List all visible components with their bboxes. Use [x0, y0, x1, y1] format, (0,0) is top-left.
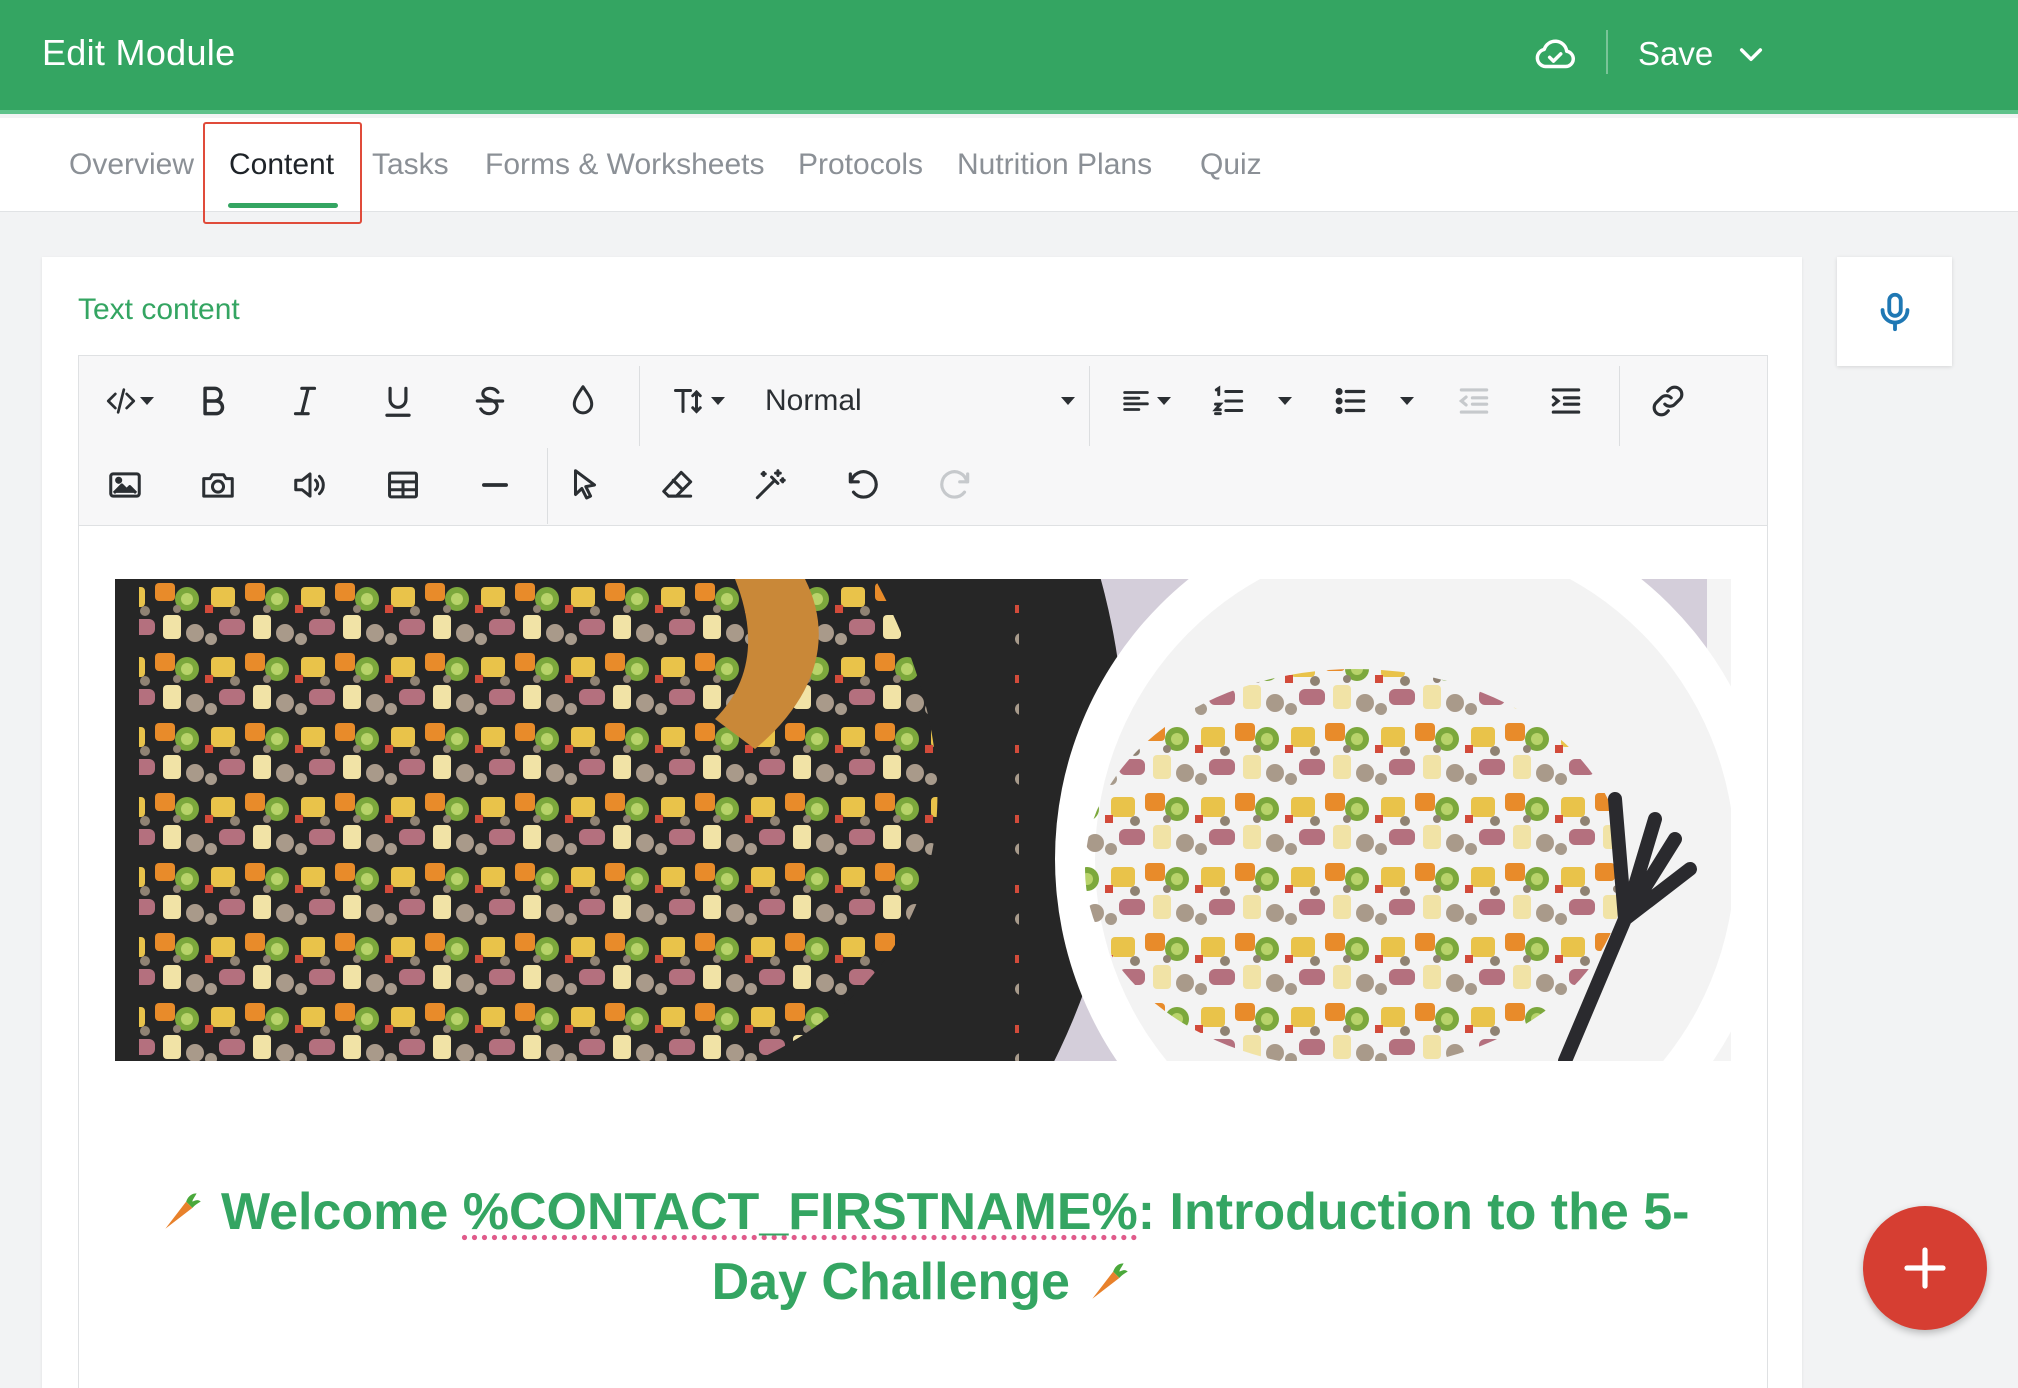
chevron-down-icon: [1740, 48, 1763, 62]
font-size-icon: [674, 389, 702, 414]
save-label: Save: [1638, 35, 1714, 72]
header-divider: [1606, 30, 1608, 74]
welcome-prefix: Welcome: [220, 1183, 463, 1241]
magic-wand-icon: [755, 469, 786, 500]
tab-forms-worksheets[interactable]: Forms & Worksheets: [485, 148, 765, 182]
tab-tasks[interactable]: Tasks: [372, 148, 449, 182]
content-card: Text content Normal Welcome %CONTACT_FIR…: [42, 257, 1802, 1388]
toolbar-separator: [547, 448, 548, 524]
tab-quiz[interactable]: Quiz: [1200, 148, 1262, 182]
toolbar-separator: [1089, 366, 1090, 446]
save-button[interactable]: Save: [1638, 30, 1767, 78]
plus-icon: [1904, 1247, 1946, 1289]
magic-button[interactable]: [747, 462, 793, 508]
camera-icon: [202, 473, 234, 498]
italic-button[interactable]: [282, 378, 328, 424]
redo-icon: [940, 470, 970, 499]
align-button[interactable]: [1113, 378, 1177, 424]
undo-button[interactable]: [840, 462, 886, 508]
select-pointer-icon: [573, 469, 597, 500]
carrot-icon: [1092, 1263, 1129, 1299]
caret-down-icon: [1061, 397, 1075, 405]
contact-firstname-merge-tag: %CONTACT_FIRSTNAME%: [462, 1183, 1138, 1241]
tab-nutrition-plans[interactable]: Nutrition Plans: [957, 148, 1152, 182]
active-tab-indicator: [228, 203, 338, 208]
tab-bar: Overview Content Tasks Forms & Worksheet…: [0, 118, 2018, 224]
cloud-check-icon[interactable]: [1532, 32, 1578, 78]
align-left-icon: [1123, 391, 1149, 411]
select-button[interactable]: [562, 462, 608, 508]
insert-image-button[interactable]: [102, 462, 148, 508]
text-color-button[interactable]: [560, 378, 606, 424]
underline-button[interactable]: [375, 378, 421, 424]
editor-content-area[interactable]: Welcome %CONTACT_FIRSTNAME%: Introductio…: [79, 527, 1767, 1388]
horizontal-rule-icon: [482, 483, 508, 487]
insert-audio-button[interactable]: [287, 462, 333, 508]
strikethrough-button[interactable]: [467, 378, 513, 424]
section-label: Text content: [78, 293, 240, 326]
add-button[interactable]: [1863, 1206, 1987, 1330]
code-view-button[interactable]: [97, 378, 161, 424]
table-icon: [388, 471, 418, 499]
bullet-list-button[interactable]: [1329, 378, 1373, 424]
clear-formatting-button[interactable]: [655, 462, 701, 508]
horizontal-rule-button[interactable]: [472, 462, 518, 508]
audio-icon: [294, 472, 325, 498]
voice-input-button[interactable]: [1837, 257, 1952, 366]
code-icon: [106, 388, 136, 414]
bullet-list-dropdown[interactable]: [1395, 378, 1419, 424]
microphone-icon: [1880, 292, 1909, 331]
insert-table-button[interactable]: [380, 462, 426, 508]
rich-text-editor: Normal Welcome %CONTACT_FIRSTNAME%: Intr…: [78, 355, 1768, 1388]
welcome-heading: Welcome %CONTACT_FIRSTNAME%: Introductio…: [115, 1177, 1731, 1317]
outdent-icon: [1458, 388, 1489, 414]
redo-button[interactable]: [932, 462, 978, 508]
bullet-list-icon: [1335, 388, 1366, 414]
ordered-list-dropdown[interactable]: [1273, 378, 1297, 424]
italic-icon: [293, 386, 317, 416]
ordered-list-icon: [1212, 385, 1244, 416]
link-icon: [1652, 385, 1684, 417]
page-title: Edit Module: [42, 32, 236, 73]
toolbar-separator: [1619, 366, 1620, 446]
tab-protocols[interactable]: Protocols: [798, 148, 923, 182]
hash-skillet-image[interactable]: [115, 579, 1731, 1061]
outdent-button[interactable]: [1451, 378, 1497, 424]
strikethrough-icon: [475, 386, 505, 416]
bold-icon: [203, 386, 225, 416]
image-icon: [109, 472, 141, 498]
editor-toolbar: Normal: [79, 356, 1767, 526]
indent-button[interactable]: [1543, 378, 1589, 424]
bold-button[interactable]: [190, 378, 236, 424]
undo-icon: [848, 470, 878, 499]
paragraph-format-select[interactable]: Normal: [765, 378, 1075, 424]
insert-photo-button[interactable]: [195, 462, 241, 508]
top-bar: Edit Module Save: [0, 0, 2018, 114]
tab-content[interactable]: Content: [229, 148, 334, 182]
food-photo-illustration: [115, 579, 1731, 1061]
font-size-button[interactable]: [663, 378, 733, 424]
ordered-list-button[interactable]: [1207, 378, 1251, 424]
link-button[interactable]: [1645, 378, 1691, 424]
text-color-icon: [572, 385, 594, 415]
eraser-icon: [662, 470, 693, 498]
format-value: Normal: [765, 384, 862, 417]
tab-overview[interactable]: Overview: [69, 148, 194, 182]
carrot-icon: [164, 1193, 201, 1229]
underline-icon: [385, 386, 411, 417]
indent-icon: [1551, 388, 1581, 414]
toolbar-separator: [639, 366, 640, 446]
